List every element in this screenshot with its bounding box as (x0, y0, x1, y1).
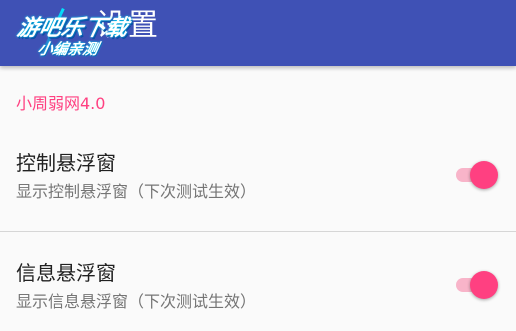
settings-screen: 设置 游吧乐下载 小编亲测 小周弱网4.0 控制悬浮窗 显示控制悬浮窗（下次测试… (0, 0, 516, 331)
watermark-logo: 游吧乐下载 小编亲测 (10, 2, 140, 62)
divider (0, 231, 516, 232)
info-floating-window-switch[interactable] (454, 270, 500, 300)
switch-thumb (470, 161, 498, 189)
watermark-line2: 小编亲测 (35, 40, 100, 58)
switch-thumb (470, 271, 498, 299)
preference-info-floating-window[interactable]: 信息悬浮窗 显示信息悬浮窗（下次测试生效） (0, 246, 516, 331)
preference-title: 控制悬浮窗 (16, 151, 116, 175)
preference-title: 信息悬浮窗 (16, 261, 116, 285)
preference-control-floating-window[interactable]: 控制悬浮窗 显示控制悬浮窗（下次测试生效） (0, 136, 516, 232)
preference-summary: 显示信息悬浮窗（下次测试生效） (16, 292, 257, 311)
preference-category-title: 小周弱网4.0 (16, 94, 106, 113)
control-floating-window-switch[interactable] (454, 160, 500, 190)
preference-summary: 显示控制悬浮窗（下次测试生效） (16, 182, 257, 201)
